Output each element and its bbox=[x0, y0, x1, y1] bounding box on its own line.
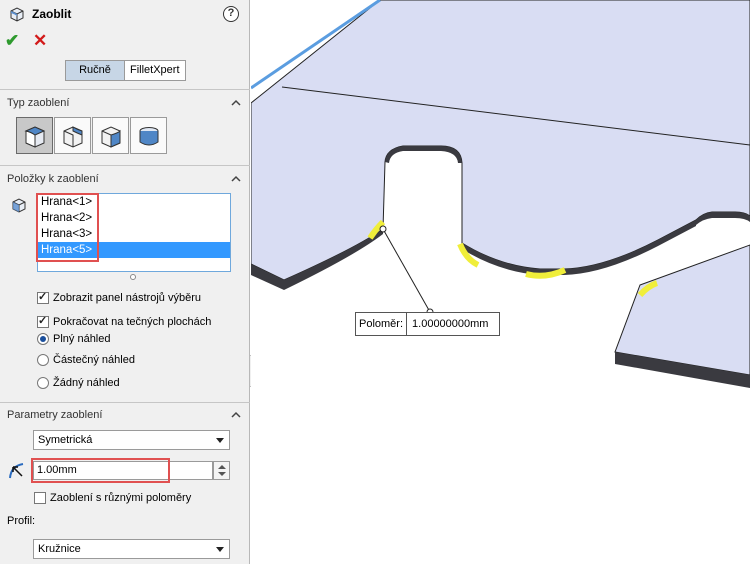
tab-filletxpert[interactable]: FilletXpert bbox=[125, 61, 185, 80]
chevron-down-icon bbox=[216, 547, 224, 552]
fillet-feature-icon bbox=[10, 7, 24, 22]
select-value: Symetrická bbox=[38, 434, 93, 446]
radio-label: Plný náhled bbox=[53, 333, 111, 345]
radio-button[interactable] bbox=[37, 333, 49, 345]
divider bbox=[0, 402, 250, 403]
highlight-box bbox=[36, 193, 99, 262]
callout-leader bbox=[382, 228, 431, 313]
mode-tabs: Ručně FilletXpert bbox=[65, 60, 186, 81]
checkbox-label: Zaoblení s různými poloměry bbox=[50, 492, 192, 504]
checkbox[interactable] bbox=[37, 314, 49, 328]
full-preview-option[interactable]: Plný náhled bbox=[37, 331, 111, 347]
radius-icon bbox=[9, 463, 24, 479]
variable-size-fillet-icon bbox=[63, 125, 82, 148]
section-title-params: Parametry zaoblení bbox=[7, 409, 103, 421]
constant-size-fillet-button[interactable] bbox=[16, 117, 53, 154]
full-round-fillet-button[interactable] bbox=[130, 117, 167, 154]
section-title-fillet-type: Typ zaoblení bbox=[7, 97, 70, 109]
chevron-down-icon bbox=[216, 438, 224, 443]
multi-radius-option[interactable]: Zaoblení s různými poloměry bbox=[34, 490, 191, 506]
checkbox-label: Pokračovat na tečných plochách bbox=[53, 316, 212, 328]
highlight-box bbox=[31, 458, 170, 483]
panel-header: Zaoblit ? bbox=[0, 0, 250, 28]
part-top-face bbox=[251, 0, 750, 281]
callout-value[interactable]: 1.00000000mm bbox=[407, 313, 499, 335]
check-icon[interactable]: ✔ bbox=[5, 31, 19, 51]
face-fillet-icon bbox=[101, 125, 120, 148]
divider bbox=[0, 89, 250, 90]
callout-label: Poloměr: bbox=[356, 313, 408, 335]
radius-callout[interactable]: Poloměr: 1.00000000mm bbox=[355, 312, 501, 336]
checkbox-label: Zobrazit panel nástrojů výběru bbox=[53, 292, 201, 304]
part-model bbox=[251, 0, 750, 388]
radius-spinner[interactable] bbox=[213, 461, 230, 480]
fillet-method-select[interactable]: Symetrická bbox=[33, 430, 230, 450]
checkbox[interactable] bbox=[34, 492, 46, 504]
chevron-up-icon[interactable] bbox=[231, 174, 241, 184]
partial-preview-option[interactable]: Částečný náhled bbox=[37, 352, 135, 368]
variable-size-fillet-button[interactable] bbox=[54, 117, 91, 154]
select-value: Kružnice bbox=[38, 543, 81, 555]
radio-button[interactable] bbox=[37, 377, 49, 389]
leader-point bbox=[379, 225, 387, 233]
divider bbox=[0, 165, 250, 166]
radio-label: Žádný náhled bbox=[53, 377, 120, 389]
part-side-face bbox=[385, 146, 462, 163]
full-round-fillet-icon bbox=[139, 126, 158, 145]
profile-select[interactable]: Kružnice bbox=[33, 539, 230, 559]
tangent-propagation-option[interactable]: Pokračovat na tečných plochách bbox=[37, 314, 211, 330]
edge-selection-icon bbox=[12, 198, 26, 213]
show-selection-toolbar-option[interactable]: Zobrazit panel nástrojů výběru bbox=[37, 290, 201, 306]
chevron-up-icon[interactable] bbox=[231, 98, 241, 108]
tab-manual[interactable]: Ručně bbox=[66, 61, 125, 80]
section-title-items: Položky k zaoblení bbox=[7, 173, 99, 185]
radio-label: Částečný náhled bbox=[53, 354, 135, 366]
constant-size-fillet-icon bbox=[23, 125, 45, 148]
property-manager-panel: Zaoblit ? ✔ ✕ Ručně FilletXpert Typ zaob… bbox=[0, 0, 250, 564]
panel-title: Zaoblit bbox=[32, 7, 72, 21]
radio-button[interactable] bbox=[37, 354, 49, 366]
question-circle-icon[interactable]: ? bbox=[223, 6, 239, 22]
no-preview-option[interactable]: Žádný náhled bbox=[37, 375, 120, 391]
list-resize-handle[interactable] bbox=[130, 274, 136, 280]
spin-up-icon[interactable] bbox=[218, 465, 226, 469]
fillet-type-buttons bbox=[16, 117, 168, 154]
spin-down-icon[interactable] bbox=[218, 472, 226, 476]
profile-label: Profil: bbox=[7, 515, 36, 527]
x-icon[interactable]: ✕ bbox=[33, 31, 47, 51]
graphics-viewport[interactable] bbox=[251, 0, 750, 564]
face-fillet-button[interactable] bbox=[92, 117, 129, 154]
chevron-up-icon[interactable] bbox=[231, 410, 241, 420]
checkbox[interactable] bbox=[37, 290, 49, 304]
